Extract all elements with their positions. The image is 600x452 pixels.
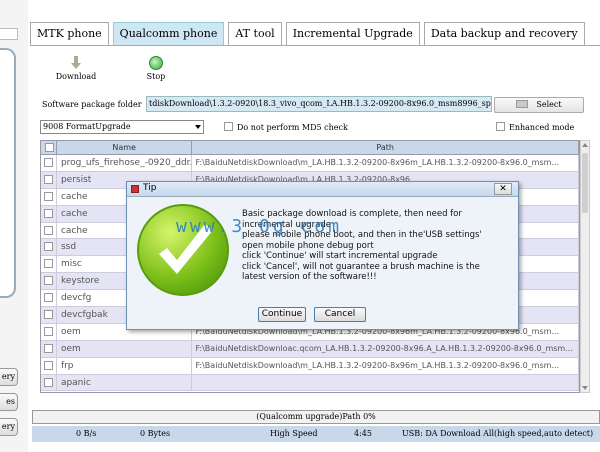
tab-divider xyxy=(30,45,600,46)
table-row[interactable]: apanic xyxy=(41,374,579,392)
enhanced-label: Enhanced mode xyxy=(509,123,575,132)
row-checkbox[interactable] xyxy=(41,323,57,340)
checkbox-icon xyxy=(44,208,53,218)
checkbox-icon xyxy=(496,122,505,131)
row-path xyxy=(192,374,579,391)
package-folder-label: Software package folder xyxy=(42,100,142,109)
table-row[interactable]: prog_ufs_firehose_-0920_ddr.elf F:\BaiduN… xyxy=(41,155,579,172)
table-row[interactable]: frp F:\BaiduNetdiskDownload\m_LA.HB.1.3.2… xyxy=(41,357,579,375)
tab-incremental-upgrade[interactable]: Incremental Upgrade xyxy=(285,22,420,46)
download-label: Download xyxy=(55,72,97,81)
row-path: F:\BaiduNetdiskDownload\m_LA.HB.1.3.2-09… xyxy=(192,155,579,171)
row-checkbox[interactable] xyxy=(41,155,57,171)
row-name: prog_ufs_firehose_-0920_ddr.elf xyxy=(57,155,193,171)
row-checkbox[interactable] xyxy=(41,374,57,391)
checkbox-icon xyxy=(44,242,53,252)
row-checkbox[interactable] xyxy=(41,188,57,205)
status-mode: High Speed xyxy=(270,429,318,438)
download-icon xyxy=(69,56,83,70)
enhanced-mode-checkbox[interactable]: Enhanced mode xyxy=(496,122,574,132)
checkbox-icon xyxy=(44,343,53,353)
checkbox-icon xyxy=(44,276,53,286)
checkbox-icon xyxy=(44,225,53,235)
phone-image xyxy=(0,48,16,298)
row-checkbox[interactable] xyxy=(41,357,57,374)
stop-icon xyxy=(149,56,163,70)
scroll-down-icon[interactable] xyxy=(582,386,588,390)
app-icon xyxy=(131,185,139,193)
row-path: F:\BaiduNetdiskDownloac.qcom_LA.HB.1.3.2… xyxy=(192,340,579,357)
tab-at-tool[interactable]: AT tool xyxy=(228,22,282,46)
left-panel: ery es ery xyxy=(0,0,28,452)
select-all-checkbox[interactable] xyxy=(41,141,57,154)
row-checkbox[interactable] xyxy=(41,307,57,323)
chevron-down-icon xyxy=(195,125,201,129)
table-header: Name Path xyxy=(41,141,579,155)
select-label: Select xyxy=(536,100,562,109)
row-name: oem xyxy=(57,340,193,357)
checkbox-icon xyxy=(44,293,53,303)
status-usb: USB: DA Download All(high speed,auto det… xyxy=(402,429,594,438)
left-button-3[interactable]: ery xyxy=(0,418,18,436)
checkbox-icon xyxy=(44,360,53,370)
row-checkbox[interactable] xyxy=(41,205,57,222)
row-checkbox[interactable] xyxy=(41,273,57,290)
table-row[interactable]: oem F:\BaiduNetdiskDownloac.qcom_LA.HB.1.… xyxy=(41,340,579,358)
watermark: www.3 0g com xyxy=(176,216,343,237)
folder-icon xyxy=(516,100,529,108)
row-checkbox[interactable] xyxy=(41,171,57,188)
column-name[interactable]: Name xyxy=(57,141,193,154)
md5-label: Do not perform MD5 check xyxy=(237,123,348,132)
row-checkbox[interactable] xyxy=(41,340,57,357)
checkbox-icon xyxy=(45,143,55,152)
checkbox-icon xyxy=(44,158,53,167)
row-checkbox[interactable] xyxy=(41,239,57,256)
checkbox-icon xyxy=(44,191,53,201)
cancel-button[interactable]: Cancel xyxy=(314,307,366,322)
close-button[interactable]: ✕ xyxy=(494,183,512,195)
status-bytes: 0 Bytes xyxy=(140,429,171,438)
continue-button[interactable]: Continue xyxy=(258,307,306,322)
checkbox-icon xyxy=(44,310,53,320)
left-button-2[interactable]: es xyxy=(0,393,18,411)
status-speed: 0 B/s xyxy=(76,429,97,438)
row-path: F:\BaiduNetdiskDownload\m_LA.HB.1.3.2-09… xyxy=(192,357,579,374)
checkbox-icon xyxy=(224,122,233,131)
table-scrollbar[interactable] xyxy=(580,140,590,393)
stop-label: Stop xyxy=(146,72,166,81)
left-input[interactable] xyxy=(0,28,18,40)
progress-bar: (Qualcomm upgrade)Path 0% xyxy=(32,410,600,424)
format-select[interactable]: 9008 FormatUpgrade xyxy=(40,120,204,134)
column-path[interactable]: Path xyxy=(192,141,579,154)
package-folder-input[interactable]: tdiskDownload\1.3.2-0920\18.3_vivo_qcom_… xyxy=(146,96,492,112)
dialog-titlebar[interactable]: Tip ✕ xyxy=(127,182,518,197)
progress-text: (Qualcomm upgrade)Path 0% xyxy=(256,412,376,421)
row-name: frp xyxy=(57,357,193,374)
scroll-thumb[interactable] xyxy=(582,153,588,213)
scroll-up-icon[interactable] xyxy=(582,143,588,147)
format-value: 9008 FormatUpgrade xyxy=(43,122,131,131)
status-bar: 0 B/s 0 Bytes High Speed 4:45 USB: DA Do… xyxy=(32,426,600,442)
checkbox-icon xyxy=(44,174,53,184)
tab-bar: MTK phone Qualcomm phone AT tool Increme… xyxy=(30,22,589,46)
download-button[interactable]: Download xyxy=(54,56,98,81)
row-checkbox[interactable] xyxy=(41,290,57,307)
tab-data-backup[interactable]: Data backup and recovery xyxy=(423,22,585,46)
checkbox-icon xyxy=(44,326,53,336)
checkbox-icon xyxy=(44,377,53,387)
dialog-title: Tip xyxy=(143,183,157,193)
row-checkbox[interactable] xyxy=(41,222,57,239)
stop-button[interactable]: Stop xyxy=(134,56,178,81)
checkbox-icon xyxy=(44,259,53,269)
tab-mtk-phone[interactable]: MTK phone xyxy=(30,22,109,46)
left-button-1[interactable]: ery xyxy=(0,368,18,386)
row-checkbox[interactable] xyxy=(41,256,57,273)
select-button[interactable]: Select xyxy=(494,97,584,113)
tab-qualcomm-phone[interactable]: Qualcomm phone xyxy=(112,22,225,46)
md5-checkbox[interactable]: Do not perform MD5 check xyxy=(224,122,348,132)
row-name: apanic xyxy=(57,374,193,391)
status-time: 4:45 xyxy=(354,429,372,438)
tip-dialog: Tip ✕ Basic package download is complete… xyxy=(126,181,519,330)
